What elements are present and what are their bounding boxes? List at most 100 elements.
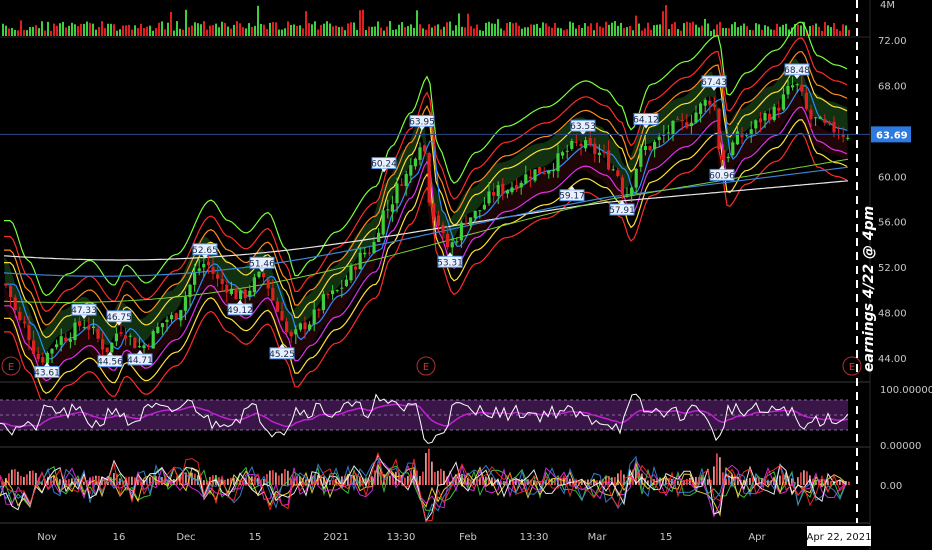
- oscillator-bar: [233, 478, 235, 485]
- price-axis-tick: 52.00: [878, 263, 907, 274]
- candle-body: [446, 234, 450, 248]
- volume-bar: [767, 26, 769, 36]
- candle-body: [252, 277, 256, 293]
- volume-bar: [134, 25, 136, 36]
- volume-bar: [596, 22, 598, 36]
- volume-bar: [671, 24, 673, 36]
- candle-body: [643, 146, 647, 151]
- oscillator-bar: [83, 481, 85, 485]
- candle-body: [717, 108, 721, 150]
- cursor-date-text: Apr 22, 2021: [806, 532, 871, 543]
- volume-bar: [158, 22, 160, 36]
- volume-bar: [686, 21, 688, 36]
- volume-bar: [629, 25, 631, 36]
- oscillator-bar: [419, 475, 421, 485]
- oscillator-bar: [425, 453, 427, 485]
- volume-bar: [521, 28, 523, 36]
- candle-body: [404, 173, 408, 187]
- volume-bar: [179, 28, 181, 36]
- candle-body: [18, 311, 22, 321]
- volume-bar: [530, 24, 532, 36]
- candle-body: [832, 121, 836, 133]
- candle-body: [119, 332, 123, 334]
- oscillator-bar: [614, 477, 616, 485]
- candle-body: [326, 293, 330, 296]
- volume-bar: [647, 22, 649, 36]
- candle-body: [763, 113, 767, 121]
- volume-bar: [413, 27, 415, 36]
- candle-body: [32, 340, 36, 355]
- candle-body: [289, 332, 293, 337]
- candle-body: [409, 165, 413, 176]
- oscillator-axis-tick: 0.00: [880, 481, 902, 492]
- candle-body: [317, 309, 321, 311]
- volume-bar: [743, 23, 745, 36]
- candle-body: [492, 192, 496, 196]
- candle-body: [358, 252, 362, 270]
- candle-body: [602, 151, 606, 153]
- candle-body: [694, 112, 698, 123]
- candle-body: [312, 309, 316, 324]
- volume-bar: [524, 27, 526, 36]
- candle-body: [740, 133, 744, 138]
- oscillator-bar: [620, 470, 622, 485]
- volume-bar: [848, 29, 850, 36]
- candle-body: [542, 173, 546, 175]
- candle-body: [147, 346, 151, 348]
- volume-bar: [395, 29, 397, 36]
- volume-bar: [2, 23, 4, 36]
- oscillator-bar: [203, 480, 205, 485]
- volume-bar: [47, 21, 49, 36]
- volume-bar: [323, 23, 325, 36]
- volume-bar: [665, 5, 667, 37]
- candle-body: [616, 170, 620, 176]
- volume-bar: [374, 26, 376, 36]
- volume-bar: [56, 25, 58, 36]
- volume-bar: [224, 22, 226, 36]
- volume-bar: [800, 25, 802, 36]
- volume-bar: [236, 21, 238, 36]
- oscillator-bar: [275, 472, 277, 485]
- stock-chart[interactable]: 43.61 47.33 44.56 46.75 44.71 52.65 49.12 51.46…: [0, 0, 932, 550]
- volume-bar: [116, 30, 118, 36]
- candle-body: [427, 152, 431, 203]
- candle-body: [450, 242, 454, 248]
- candle-body: [827, 121, 831, 123]
- volume-bar: [554, 22, 556, 36]
- candle-body: [685, 122, 689, 128]
- candle-body: [597, 152, 601, 156]
- volume-bar: [446, 22, 448, 36]
- volume-bar: [785, 23, 787, 36]
- volume-bar: [467, 13, 469, 37]
- candle-body: [377, 232, 381, 243]
- volume-bar: [497, 19, 499, 36]
- candle-body: [133, 337, 137, 349]
- price-axis-tick: 48.00: [878, 309, 907, 320]
- volume-bar: [38, 28, 40, 36]
- callout-label: 64.12: [633, 115, 659, 125]
- volume-bar: [473, 28, 475, 36]
- last-price-value: 63.69: [876, 130, 908, 141]
- candle-body: [188, 284, 192, 298]
- volume-bar: [713, 29, 715, 36]
- volume-bar: [245, 28, 247, 36]
- volume-bar: [452, 30, 454, 36]
- volume-bar: [662, 11, 664, 36]
- candle-body: [340, 287, 344, 289]
- candle-body: [703, 99, 707, 106]
- volume-bar: [212, 25, 214, 36]
- volume-bar: [185, 9, 187, 36]
- volume-bar: [728, 28, 730, 36]
- date-axis-label: 13:30: [387, 532, 416, 543]
- volume-bar: [482, 30, 484, 36]
- oscillator-bar: [11, 469, 13, 485]
- volume-bar: [104, 28, 106, 36]
- volume-bar: [248, 23, 250, 36]
- volume-bar: [218, 27, 220, 36]
- volume-bar: [125, 25, 127, 36]
- callout-label: 63.95: [409, 117, 435, 127]
- volume-bar: [254, 25, 256, 36]
- candle-body: [823, 119, 827, 123]
- volume-bar: [113, 24, 115, 36]
- candle-body: [735, 131, 739, 145]
